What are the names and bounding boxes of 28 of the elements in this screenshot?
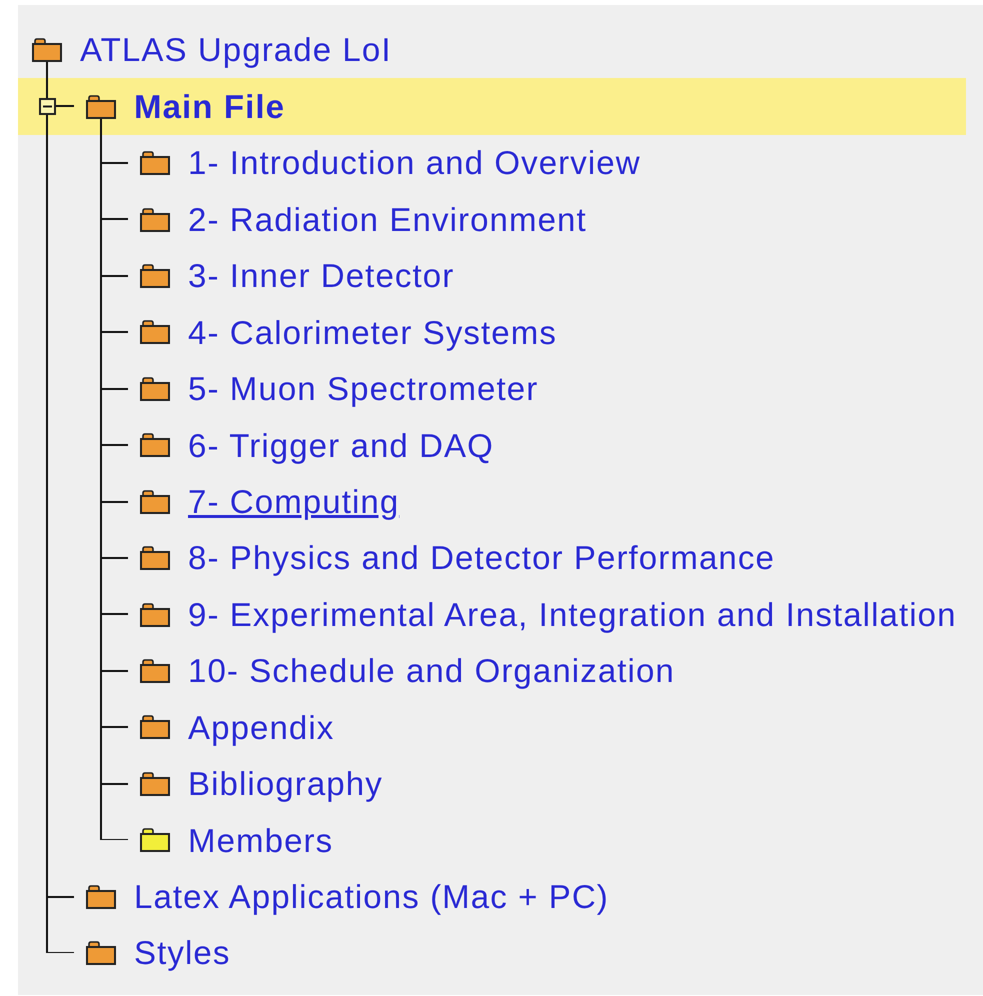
- tree-item-link[interactable]: 4- Calorimeter Systems: [188, 308, 557, 358]
- tree-item-link[interactable]: 3- Inner Detector: [188, 251, 454, 301]
- tree-item-link[interactable]: 1- Introduction and Overview: [188, 138, 641, 188]
- collapse-toggle[interactable]: [39, 98, 56, 116]
- tree-line: [100, 586, 128, 644]
- tree-item-link[interactable]: 10- Schedule and Organization: [188, 646, 675, 696]
- tree-item-link[interactable]: Styles: [134, 928, 230, 978]
- tree-item-link[interactable]: ATLAS Upgrade LoI: [80, 25, 392, 75]
- tree-line: [100, 699, 128, 756]
- tree-item-link[interactable]: Members: [188, 816, 334, 866]
- tree-item-link[interactable]: Latex Applications (Mac + PC): [134, 872, 609, 922]
- tree-item-link[interactable]: 6- Trigger and DAQ: [188, 420, 494, 470]
- tree-line: [100, 304, 128, 362]
- tree-item-link[interactable]: Appendix: [188, 702, 334, 752]
- tree-line: [100, 417, 128, 474]
- tree-line: [100, 191, 128, 248]
- tree-item-link[interactable]: 9- Experimental Area, Integration and Installation: [188, 590, 957, 640]
- tree-item-link[interactable]: 7- Computing: [188, 476, 400, 526]
- tree-item-link[interactable]: Main File: [134, 82, 286, 132]
- tree-item-link[interactable]: Bibliography: [188, 759, 383, 809]
- tree-line: [100, 530, 128, 587]
- tree-item-link[interactable]: 2- Radiation Environment: [188, 194, 587, 244]
- tree-line: [100, 360, 128, 418]
- tree-line: [100, 642, 128, 700]
- tree-line: [100, 248, 128, 305]
- tree-line: [100, 474, 128, 530]
- tree-item-link[interactable]: 5- Muon Spectrometer: [188, 364, 538, 414]
- tree-item-link[interactable]: 8- Physics and Detector Performance: [188, 533, 775, 583]
